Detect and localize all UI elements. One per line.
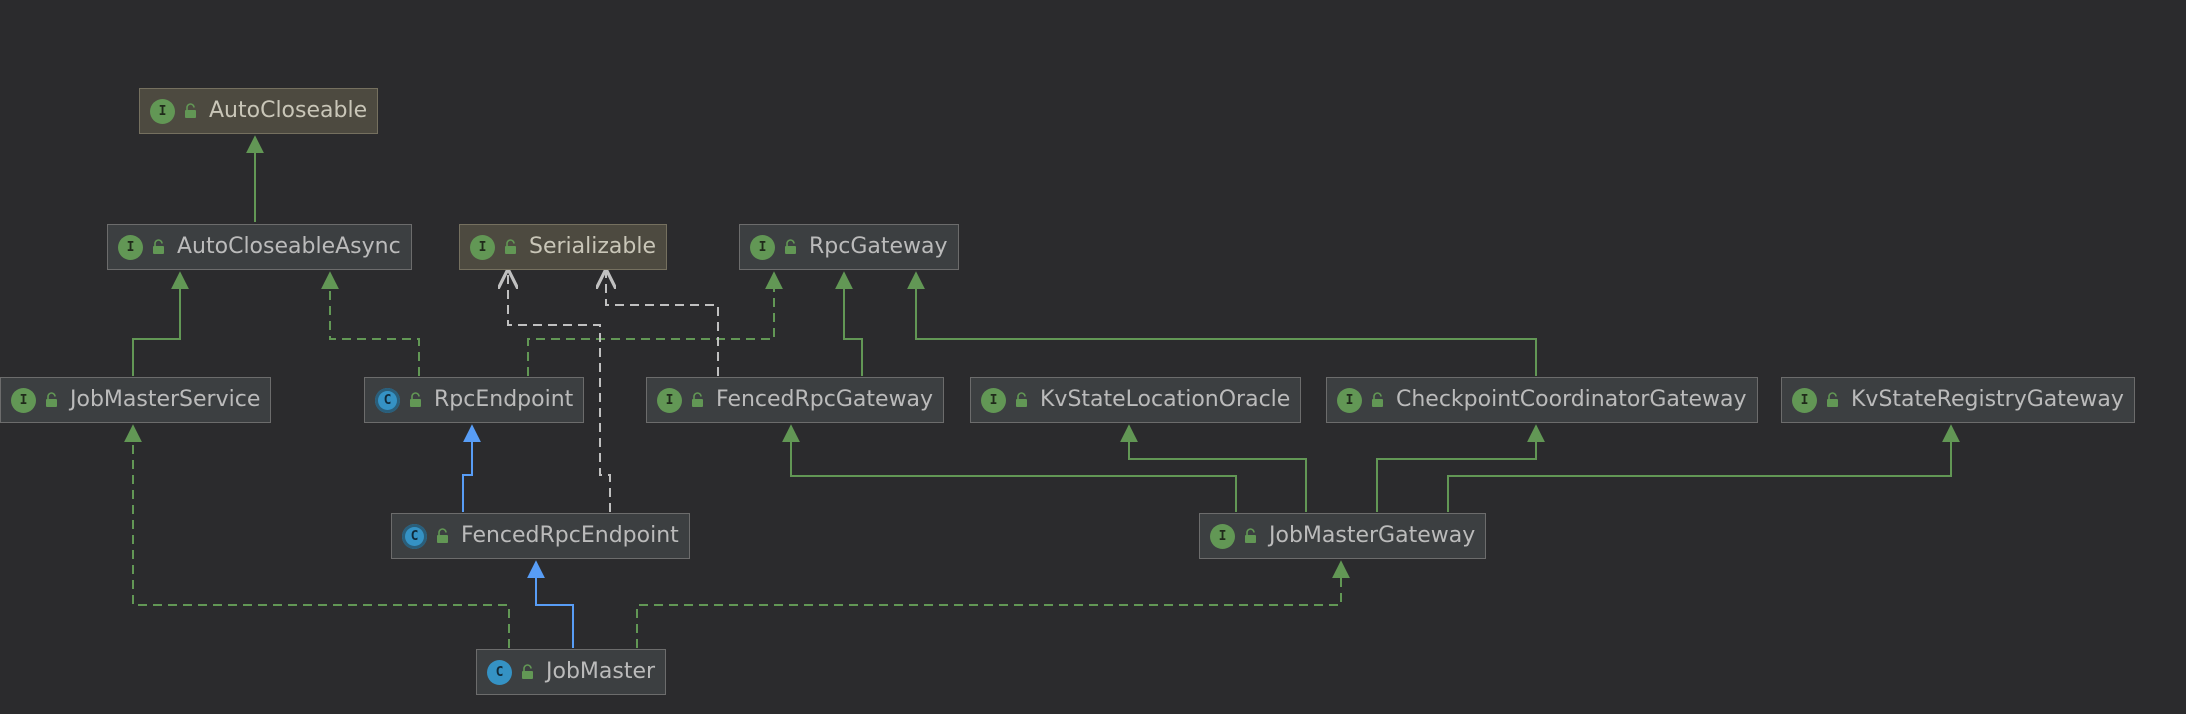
class-icon: C <box>487 659 512 685</box>
interface-icon: I <box>750 234 775 260</box>
edge-rpcendpoint-autocloseableasync <box>321 271 420 376</box>
public-lock-icon <box>183 103 199 119</box>
public-lock-icon <box>1825 392 1841 408</box>
edge-jobmastergateway-checkpointcoordinatorgateway <box>1376 424 1545 512</box>
interface-icon: I <box>470 234 495 260</box>
interface-icon: I <box>150 98 175 124</box>
abstract-class-icon: C <box>402 523 427 549</box>
node-label: JobMasterGateway <box>1269 523 1476 548</box>
node-label: Serializable <box>529 234 657 259</box>
public-lock-icon <box>151 239 167 255</box>
edge-jobmastergateway-kvstateregistrygateway <box>1447 424 1960 512</box>
interface-icon: I <box>657 387 682 413</box>
public-lock-icon <box>783 239 799 255</box>
node-jobmaster[interactable]: C JobMaster <box>476 649 667 695</box>
node-label: AutoCloseable <box>209 98 368 123</box>
interface-icon: I <box>1337 387 1362 413</box>
interface-icon: I <box>11 387 36 413</box>
public-lock-icon <box>44 392 60 408</box>
node-serializable[interactable]: I Serializable <box>459 224 668 270</box>
node-label: JobMaster <box>546 659 656 684</box>
interface-icon: I <box>118 234 143 260</box>
edge-jobmasterservice-autocloseableasync <box>132 271 189 376</box>
public-lock-icon <box>408 392 424 408</box>
abstract-class-icon: C <box>375 387 400 413</box>
public-lock-icon <box>503 239 519 255</box>
edge-jobmaster-fencedrpcendpoint <box>527 560 574 648</box>
node-rpcgateway[interactable]: I RpcGateway <box>739 224 959 270</box>
node-label: CheckpointCoordinatorGateway <box>1396 387 1747 412</box>
edge-jobmastergateway-kvstatelocationoracle <box>1120 424 1307 512</box>
edge-fencedrpcendpoint-rpcendpoint <box>462 424 481 512</box>
node-label: RpcEndpoint <box>434 387 574 412</box>
node-label: KvStateRegistryGateway <box>1851 387 2124 412</box>
node-autocloseable[interactable]: I AutoCloseable <box>139 88 379 134</box>
interface-icon: I <box>1210 523 1235 549</box>
interface-icon: I <box>1792 387 1817 413</box>
public-lock-icon <box>1370 392 1386 408</box>
public-lock-icon <box>1243 528 1259 544</box>
node-label: JobMasterService <box>70 387 261 412</box>
public-lock-icon <box>690 392 706 408</box>
node-fencedrpcendpoint[interactable]: C FencedRpcEndpoint <box>391 513 690 559</box>
edge-checkpointcoordinatorgateway-rpcgateway <box>907 271 1537 376</box>
node-rpcendpoint[interactable]: C RpcEndpoint <box>364 377 585 423</box>
class-diagram: I AutoCloseable I AutoCloseableAsync I S… <box>0 0 2186 714</box>
node-checkpointcoordinatorgateway[interactable]: I CheckpointCoordinatorGateway <box>1326 377 1758 423</box>
node-label: RpcGateway <box>809 234 948 259</box>
node-label: AutoCloseableAsync <box>177 234 401 259</box>
node-jobmastergateway[interactable]: I JobMasterGateway <box>1199 513 1487 559</box>
node-label: FencedRpcEndpoint <box>461 523 679 548</box>
edge-fencedrpcgateway-serializable <box>606 271 719 376</box>
node-label: FencedRpcGateway <box>716 387 934 412</box>
edge-jobmastergateway-fencedrpcgateway <box>782 424 1237 512</box>
node-jobmasterservice[interactable]: I JobMasterService <box>0 377 272 423</box>
public-lock-icon <box>1014 392 1030 408</box>
edge-jobmaster-jobmastergateway <box>636 560 1350 648</box>
public-lock-icon <box>520 664 536 680</box>
edge-fencedrpcgateway-rpcgateway <box>835 271 863 376</box>
node-fencedrpcgateway[interactable]: I FencedRpcGateway <box>646 377 945 423</box>
interface-icon: I <box>981 387 1006 413</box>
node-kvstatelocationoracle[interactable]: I KvStateLocationOracle <box>970 377 1302 423</box>
node-autocloseableasync[interactable]: I AutoCloseableAsync <box>107 224 412 270</box>
public-lock-icon <box>435 528 451 544</box>
node-label: KvStateLocationOracle <box>1040 387 1291 412</box>
node-kvstateregistrygateway[interactable]: I KvStateRegistryGateway <box>1781 377 2135 423</box>
